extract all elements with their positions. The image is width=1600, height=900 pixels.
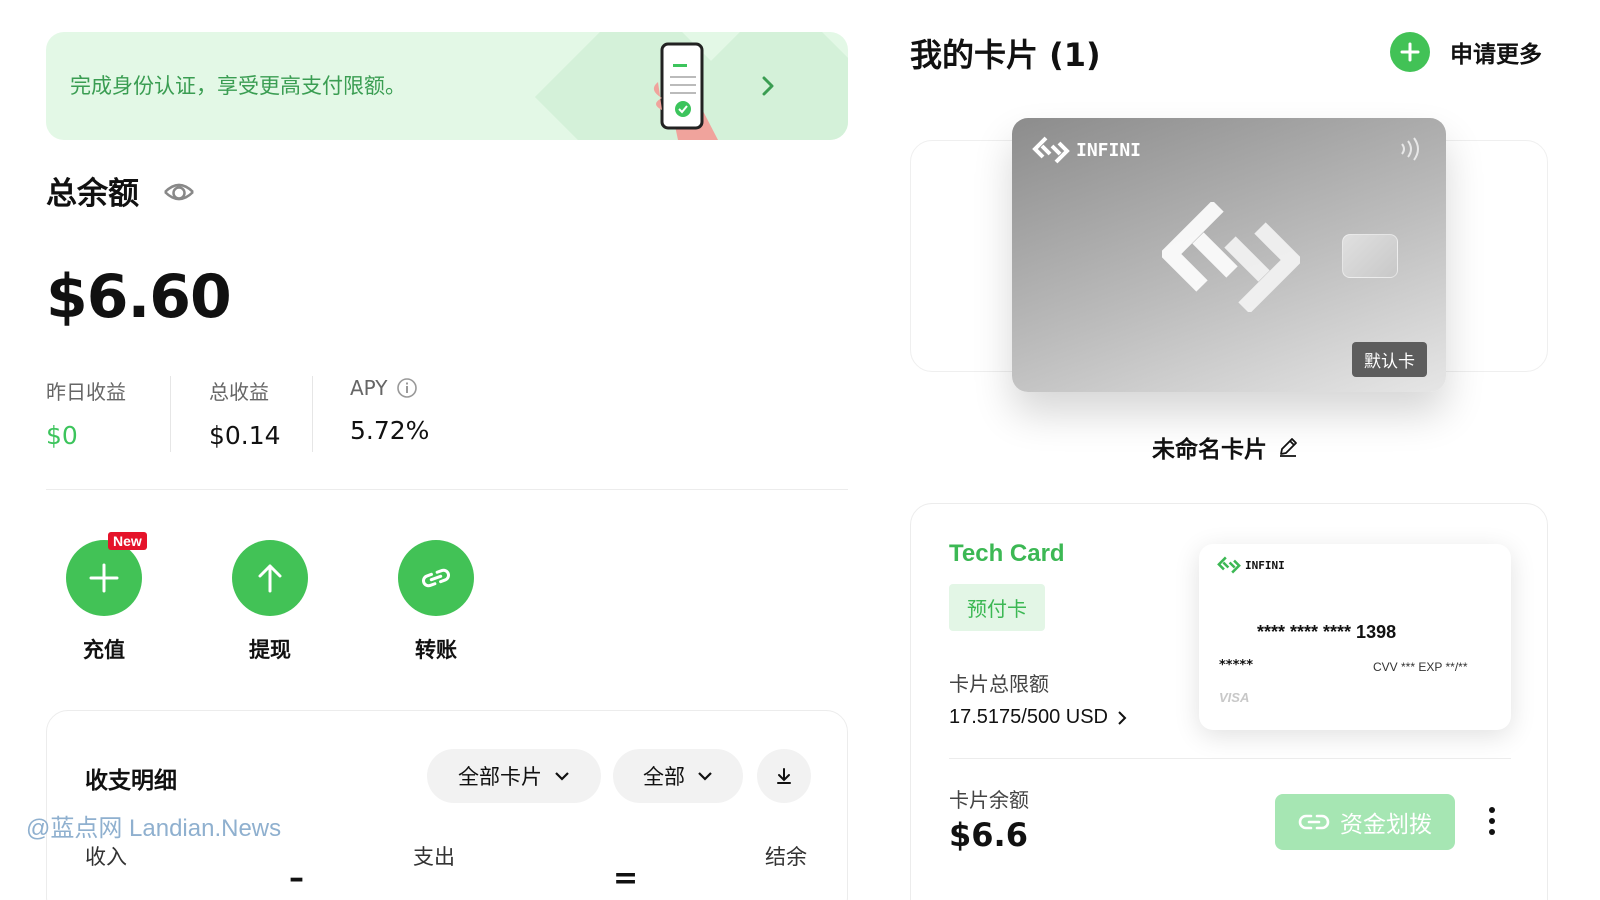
link-icon — [1298, 814, 1330, 830]
phone-verified-icon — [653, 42, 718, 140]
withdraw-button[interactable] — [232, 540, 308, 616]
card-details[interactable]: INFINI **** **** **** 1398 ***** CVV ***… — [1199, 544, 1511, 730]
tech-card-name: Tech Card — [949, 540, 1065, 567]
card-brand-text: INFINI — [1076, 139, 1142, 161]
card-cvv-exp: CVV *** EXP **/** — [1373, 660, 1468, 674]
download-button[interactable] — [757, 749, 811, 803]
card-balance-label: 卡片余额 — [949, 788, 1029, 812]
action-deposit[interactable]: New 充值 — [66, 532, 147, 664]
expense-label: 支出 — [413, 845, 455, 869]
transfer-button[interactable] — [398, 540, 474, 616]
watermark: @蓝点网 Landian.News — [26, 815, 282, 842]
deposit-button[interactable]: New — [66, 532, 147, 616]
stat-value: 5.72% — [350, 416, 430, 445]
stat-label: 昨日收益 — [46, 380, 126, 404]
card-name: 未命名卡片 — [1152, 430, 1299, 464]
chevron-down-icon — [555, 772, 569, 781]
card-limit-value: 17.5175/500 USD — [949, 706, 1109, 728]
stat-apy: APY 5.72% — [350, 376, 429, 445]
stat-value: $0.14 — [209, 421, 281, 450]
action-label: 转账 — [415, 638, 457, 662]
banner-text: 完成身份认证，享受更高支付限额。 — [70, 74, 406, 98]
plus-icon — [1390, 32, 1430, 72]
card-number: **** **** **** 1398 — [1257, 622, 1397, 642]
verification-banner[interactable]: 完成身份认证，享受更高支付限额。 — [46, 32, 848, 140]
card-visual[interactable]: INFINI 默认卡 — [1012, 118, 1446, 392]
total-balance-amount: $6.60 — [46, 262, 232, 332]
visa-logo: VISA — [1219, 690, 1250, 705]
infini-emblem-icon — [1162, 202, 1300, 312]
card-filter-dropdown[interactable]: 全部卡片 — [427, 749, 601, 803]
card-limit-link[interactable]: 17.5175/500 USD — [949, 706, 1128, 729]
tech-card-panel: Tech Card 预付卡 卡片总限额 17.5175/500 USD INFI… — [910, 503, 1548, 900]
my-cards-title: 我的卡片 (1) — [910, 36, 1101, 74]
apply-more-label: 申请更多 — [1450, 42, 1542, 68]
transactions-title: 收支明细 — [85, 768, 177, 794]
eye-icon[interactable] — [162, 176, 196, 206]
transactions-panel: 收支明细 全部卡片 全部 收入 – 支出 = 结余 — [46, 710, 848, 900]
card-filter-label: 全部卡片 — [458, 765, 542, 789]
net-label: 结余 — [765, 845, 807, 869]
arrow-up-icon — [258, 564, 282, 593]
card-name-label: 未命名卡片 — [1152, 437, 1267, 463]
total-balance-title: 总余额 — [46, 176, 139, 212]
info-icon[interactable] — [396, 377, 418, 399]
divider — [170, 376, 171, 452]
divider — [312, 376, 313, 452]
stat-value: $0 — [46, 421, 78, 450]
infini-logo-icon — [1217, 556, 1241, 574]
chevron-down-icon — [698, 772, 712, 781]
type-filter-label: 全部 — [643, 765, 685, 789]
fund-transfer-button[interactable]: 资金划拨 — [1275, 794, 1455, 850]
income-label: 收入 — [85, 845, 127, 869]
action-transfer[interactable]: 转账 — [398, 540, 474, 664]
action-withdraw[interactable]: 提现 — [232, 540, 308, 664]
action-label: 提现 — [249, 638, 291, 662]
apply-more-button[interactable]: 申请更多 — [1390, 32, 1542, 72]
download-icon — [777, 768, 791, 784]
new-badge: New — [108, 532, 147, 550]
fund-transfer-label: 资金划拨 — [1340, 812, 1432, 838]
divider — [949, 758, 1511, 759]
mini-brand-text: INFINI — [1245, 558, 1285, 572]
edit-icon[interactable] — [1277, 436, 1299, 458]
contactless-icon — [1401, 137, 1419, 161]
prepaid-badge: 预付卡 — [949, 584, 1045, 631]
stat-label: APY — [350, 376, 429, 400]
chevron-right-icon — [1118, 710, 1127, 725]
stat-total-earnings: 总收益 $0.14 — [209, 376, 281, 450]
card-chip — [1342, 234, 1398, 278]
minus-sign: – — [289, 861, 304, 896]
divider — [46, 489, 848, 490]
link-icon — [422, 568, 450, 588]
type-filter-dropdown[interactable]: 全部 — [613, 749, 743, 803]
card-holder: ***** — [1219, 658, 1253, 673]
plus-icon — [89, 563, 119, 593]
stat-label: 总收益 — [209, 380, 269, 404]
card-limit-label: 卡片总限额 — [949, 672, 1049, 696]
action-label: 充值 — [83, 638, 125, 662]
infini-logo: INFINI — [1217, 556, 1285, 574]
apy-label: APY — [350, 376, 388, 400]
equals-sign: = — [613, 861, 639, 896]
infini-logo-icon — [1032, 136, 1070, 164]
infini-logo: INFINI — [1032, 136, 1141, 164]
chevron-right-icon — [762, 76, 774, 96]
stat-yesterday-earnings: 昨日收益 $0 — [46, 376, 126, 450]
default-card-badge: 默认卡 — [1352, 342, 1427, 377]
more-vertical-icon[interactable] — [1487, 806, 1497, 836]
card-balance-value: $6.6 — [949, 816, 1028, 854]
